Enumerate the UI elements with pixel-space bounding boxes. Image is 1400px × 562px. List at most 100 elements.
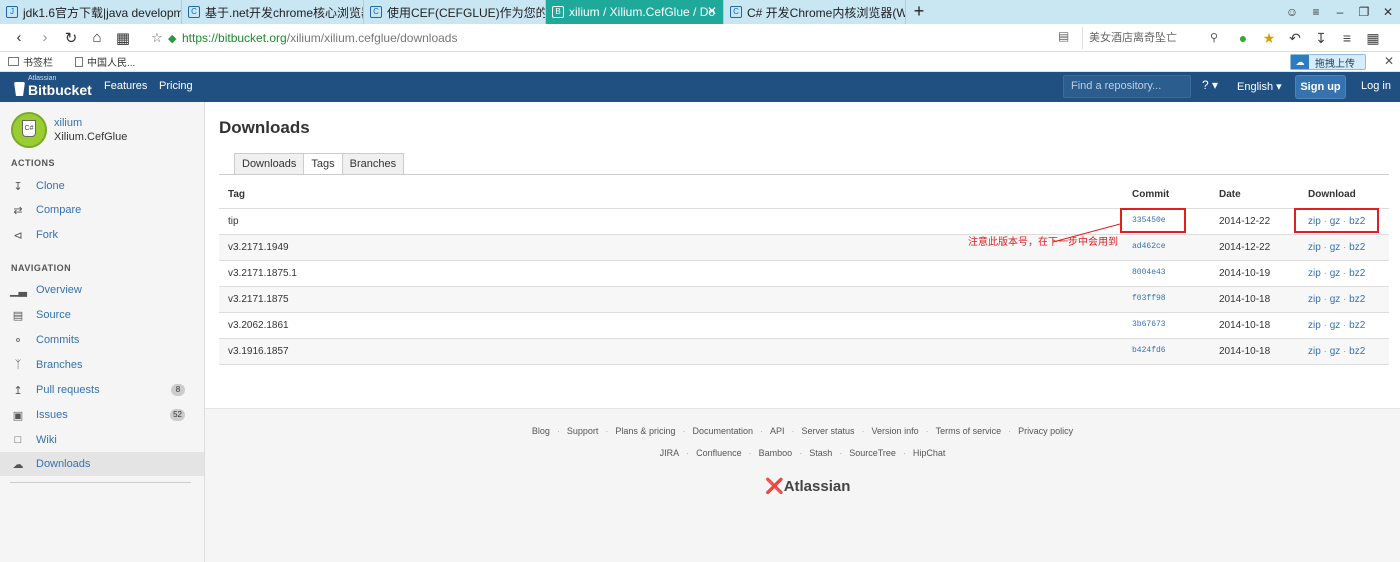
tab-tags[interactable]: Tags — [303, 153, 343, 175]
commit-link[interactable]: b424fd6 — [1132, 346, 1166, 355]
download-zip-link[interactable]: zip — [1308, 346, 1321, 357]
footer-link[interactable]: Support — [567, 426, 599, 436]
nav-features[interactable]: Features — [104, 80, 147, 92]
footer-link[interactable]: Privacy policy — [1018, 426, 1073, 436]
tag-name: v3.2171.1875.1 — [228, 268, 297, 279]
footer-link[interactable]: API — [770, 426, 785, 436]
commit-link[interactable]: ad462ce — [1132, 242, 1166, 251]
new-tab-button[interactable]: + — [906, 0, 932, 24]
sidebar-item-clone[interactable]: ↧ Clone — [0, 174, 204, 198]
menu-icon[interactable]: ≡ — [1304, 0, 1328, 24]
download-zip-link[interactable]: zip — [1308, 268, 1321, 279]
restore-icon[interactable]: ❐ — [1352, 0, 1376, 24]
browser-tab-1[interactable]: Jjdk1.6官方下载|java developme — [0, 0, 182, 24]
download-zip-link[interactable]: zip — [1308, 320, 1321, 331]
atlassian-x-icon: ❌ — [765, 478, 784, 495]
download-zip-link[interactable]: zip — [1308, 294, 1321, 305]
bitbucket-logo[interactable]: Atlassian Bitbucket — [14, 74, 94, 100]
back-icon[interactable]: ‹ — [6, 29, 32, 46]
sidebar-item-commits[interactable]: ⚬ Commits — [0, 328, 204, 352]
bookmark-folder[interactable]: 书签栏 — [8, 54, 53, 69]
footer-link[interactable]: Confluence — [696, 448, 742, 458]
footer-link[interactable]: Blog — [532, 426, 550, 436]
download-bz2-link[interactable]: bz2 — [1349, 320, 1365, 331]
sidebar-item-source[interactable]: ▤ Source — [0, 303, 204, 327]
download-gz-link[interactable]: gz — [1330, 346, 1341, 357]
download-icon[interactable]: ↧ — [1308, 26, 1334, 50]
help-icon[interactable]: ? ▾ — [1202, 78, 1218, 92]
page-icon: C — [370, 6, 382, 18]
footer-link[interactable]: Documentation — [692, 426, 753, 436]
upload-button[interactable]: ☁ 拖拽上传 — [1290, 54, 1366, 70]
language-select[interactable]: English ▾ — [1237, 80, 1282, 93]
footer-link[interactable]: Bamboo — [759, 448, 793, 458]
footer-link[interactable]: JIRA — [660, 448, 680, 458]
extension-icon[interactable]: ● — [1230, 26, 1256, 50]
footer-link[interactable]: Server status — [802, 426, 855, 436]
sidebar-item-fork[interactable]: ⊲ Fork — [0, 223, 204, 247]
sidebar-item-compare[interactable]: ⇄ Compare — [0, 198, 204, 222]
sign-up-button[interactable]: Sign up — [1295, 75, 1346, 99]
favorites-icon[interactable]: ★ — [1256, 26, 1282, 50]
forward-icon[interactable]: › — [32, 29, 58, 46]
repository-search-input[interactable]: Find a repository... — [1063, 75, 1191, 98]
undo-icon[interactable]: ↶ — [1282, 26, 1308, 50]
download-bz2-link[interactable]: bz2 — [1349, 242, 1365, 253]
close-window-icon[interactable]: ✕ — [1376, 0, 1400, 24]
commit-link[interactable]: 3b67673 — [1132, 320, 1166, 329]
apps-icon[interactable]: ▦ — [1360, 26, 1386, 50]
download-bz2-link[interactable]: bz2 — [1349, 294, 1365, 305]
table-row: v3.2171.1949 ad462ce 2014-12-22 zip · gz · … — [219, 235, 1389, 260]
download-bz2-link[interactable]: bz2 — [1349, 346, 1365, 357]
reading-list-icon[interactable]: ▦ — [110, 29, 136, 47]
sidebar-item-wiki[interactable]: □ Wiki — [0, 428, 204, 452]
help-label: ? — [1202, 78, 1209, 92]
download-gz-link[interactable]: gz — [1330, 320, 1341, 331]
log-in-link[interactable]: Log in — [1361, 80, 1391, 92]
search-text: 美女酒店离奇坠亡 — [1089, 32, 1177, 44]
browser-tab-4[interactable]: Bxilium / Xilium.CefGlue / Do ✕ — [546, 0, 724, 24]
close-tab-icon[interactable]: ✕ — [707, 4, 717, 18]
sidebar-item-overview[interactable]: ▁▃ Overview — [0, 278, 204, 302]
download-gz-link[interactable]: gz — [1330, 242, 1341, 253]
download-bz2-link[interactable]: bz2 — [1349, 268, 1365, 279]
menu-icon[interactable]: ≡ — [1334, 26, 1360, 50]
close-icon[interactable]: ✕ — [1384, 54, 1394, 68]
footer-link[interactable]: SourceTree — [849, 448, 896, 458]
minimize-icon[interactable]: – — [1328, 0, 1352, 24]
download-gz-link[interactable]: gz — [1330, 268, 1341, 279]
sidebar-item-branches[interactable]: ᛉ Branches — [0, 353, 204, 377]
sidebar-item-downloads[interactable]: ☁ Downloads — [0, 452, 204, 476]
footer-link[interactable]: Plans & pricing — [615, 426, 675, 436]
address-bar[interactable]: ☆ ◆ https://bitbucket.org/xilium/xilium.… — [146, 26, 1078, 50]
reader-mode-icon[interactable]: ▤ — [1058, 29, 1069, 43]
commit-link[interactable]: f03ff98 — [1132, 294, 1166, 303]
browser-tab-2[interactable]: C 基于.net开发chrome核心浏览器 — [182, 0, 364, 24]
atlassian-logo[interactable]: ❌Atlassian — [765, 477, 850, 495]
sidebar-item-pull-requests[interactable]: ↥ Pull requests 8 — [0, 378, 204, 402]
bookmark-item[interactable]: 中国人民... — [75, 54, 135, 69]
avatar[interactable]: C# — [11, 112, 47, 148]
browser-tab-5[interactable]: C C# 开发Chrome内核浏览器(We — [724, 0, 906, 24]
download-gz-link[interactable]: gz — [1330, 294, 1341, 305]
reload-icon[interactable]: ↻ — [58, 29, 84, 47]
search-icon[interactable]: ⚲ — [1210, 27, 1218, 49]
tab-downloads[interactable]: Downloads — [234, 153, 305, 175]
download-links: zip · gz · bz2 — [1308, 294, 1365, 305]
browser-search-box[interactable]: 美女酒店离奇坠亡 ⚲ — [1082, 27, 1224, 49]
footer-link[interactable]: HipChat — [913, 448, 946, 458]
tab-branches[interactable]: Branches — [341, 153, 405, 175]
footer-link[interactable]: Stash — [809, 448, 832, 458]
download-zip-link[interactable]: zip — [1308, 242, 1321, 253]
commit-link[interactable]: 8004e43 — [1132, 268, 1166, 277]
user-icon[interactable]: ☺ — [1280, 0, 1304, 24]
owner-link[interactable]: xilium — [54, 117, 82, 129]
nav-pricing[interactable]: Pricing — [159, 80, 193, 92]
home-icon[interactable]: ⌂ — [84, 29, 110, 46]
sidebar-item-issues[interactable]: ▣ Issues 52 — [0, 403, 204, 427]
footer-link[interactable]: Version info — [872, 426, 919, 436]
count-badge: 52 — [170, 409, 185, 421]
browser-tab-3[interactable]: C 使用CEF(CEFGLUE)作为您的客户 — [364, 0, 546, 24]
star-icon[interactable]: ☆ — [146, 30, 168, 46]
footer-link[interactable]: Terms of service — [936, 426, 1002, 436]
